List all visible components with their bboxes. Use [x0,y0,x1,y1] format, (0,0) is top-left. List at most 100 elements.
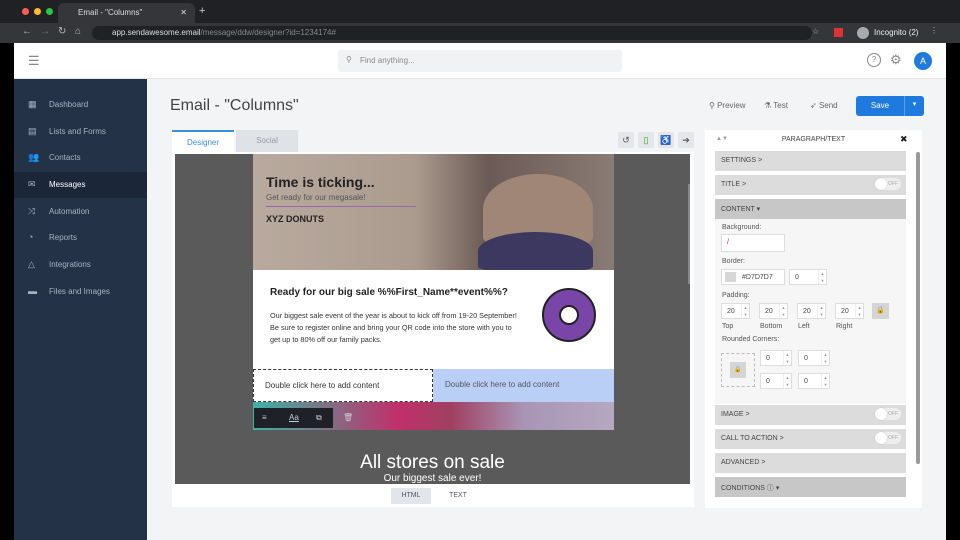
home-icon[interactable]: ⌂ [75,26,81,37]
designer-canvas: Time is ticking... Get ready for our meg… [172,152,694,507]
stepper-arrows-icon[interactable]: ▲ ▼ [783,351,791,365]
sidebar-item-label: Files and Images [49,287,110,296]
image-section[interactable]: IMAGE > OFF [715,405,906,425]
avatar[interactable]: A [914,52,932,70]
contacts-icon: 👥 [28,152,40,162]
corner-bottom-left-stepper[interactable]: 0 ▲ ▼ [760,373,792,389]
background-color-picker[interactable]: / [721,234,785,252]
align-icon[interactable]: ≡ [262,413,267,422]
border-width-stepper[interactable]: 0 ▲ ▼ [789,269,827,285]
stepper-arrows-icon[interactable]: ▲ ▼ [821,374,829,388]
stepper-arrows-icon[interactable]: ▲ ▼ [821,351,829,365]
url-host: app.sendawesome.email [112,28,201,37]
star-icon[interactable]: ☆ [812,27,819,36]
trash-icon[interactable]: 🗑 [343,413,353,422]
title-toggle[interactable]: OFF [875,178,901,190]
browser-tab-bar: Email - "Columns" ✕ + [0,0,960,23]
tab-designer[interactable]: Designer [172,130,234,152]
tab-html[interactable]: HTML [391,488,431,504]
image-toggle[interactable]: OFF [875,408,901,420]
sidebar-item-automation[interactable]: ⤨ Automation [14,199,147,225]
section-label: SETTINGS > [721,157,763,164]
list-icon: ▤ [28,126,37,136]
section-label: CONTENT ▾ [721,206,761,213]
browser-tab[interactable]: Email - "Columns" ✕ [58,3,195,23]
profile-label[interactable]: Incognito (2) [874,28,918,37]
stepper-arrows-icon[interactable]: ▲ ▼ [741,304,749,318]
minimize-window-button[interactable] [34,8,41,15]
close-panel-icon[interactable]: ✖ [900,134,908,145]
panel-title: PARAGRAPH/TEXT [781,136,846,143]
help-icon[interactable]: ? [867,53,881,67]
padding-right-label: Right [836,323,853,330]
border-color-input[interactable]: #D7D7D7 [721,269,785,285]
font-icon[interactable]: Aa [289,413,299,422]
grid-icon: ▦ [28,99,37,109]
settings-section[interactable]: SETTINGS > [715,151,906,171]
stepper-arrows-icon[interactable]: ▲ ▼ [855,304,863,318]
close-tab-icon[interactable]: ✕ [180,8,187,17]
corner-lock-icon[interactable]: 🔒 [730,362,746,378]
maximize-window-button[interactable] [46,8,53,15]
column-left[interactable]: Double click here to add content [253,369,433,402]
stepper-arrows-icon[interactable]: ▲ ▼ [783,374,791,388]
mobile-preview-icon[interactable]: ▯ [638,132,654,148]
corner-bottom-right-stepper[interactable]: 0 ▲ ▼ [798,373,830,389]
address-bar: ← → ↻ ⌂ app.sendawesome.email/message/dd… [0,23,960,43]
email-paragraph: Our biggest sale event of the year is ab… [270,311,517,344]
call-to-action-section[interactable]: CALL TO ACTION > OFF [715,429,906,449]
corner-top-right-stepper[interactable]: 0 ▲ ▼ [798,350,830,366]
email-canvas[interactable]: Time is ticking... Get ready for our meg… [175,154,690,484]
padding-right-stepper[interactable]: 20 ▲ ▼ [835,303,864,319]
corner-top-left-stepper[interactable]: 0 ▲ ▼ [760,350,792,366]
back-icon[interactable]: ← [22,26,32,37]
content-section[interactable]: CONTENT ▾ [715,199,906,219]
close-window-button[interactable] [22,8,29,15]
extension-icon[interactable] [834,28,843,37]
advanced-section[interactable]: ADVANCED > [715,453,906,473]
preview-button[interactable]: ⚲ Preview [709,101,746,110]
cta-toggle[interactable]: OFF [875,432,901,444]
search-input[interactable]: ⚲ Find anything... [338,50,622,72]
padding-left-stepper[interactable]: 20 ▲ ▼ [797,303,826,319]
sidebar-item-integrations[interactable]: △ Integrations [14,252,147,278]
padding-lock-icon[interactable]: 🔒 [872,303,889,319]
forward-icon[interactable]: → [40,26,50,37]
padding-bottom-stepper[interactable]: 20 ▲ ▼ [759,303,788,319]
new-tab-icon[interactable]: + [199,5,205,17]
stepper-arrows-icon[interactable]: ▲ ▼ [817,304,825,318]
stepper-arrows-icon[interactable]: ▲ ▼ [779,304,787,318]
sidebar-item-messages[interactable]: ✉ Messages [14,172,147,198]
test-button[interactable]: ⚗ Test [764,101,788,110]
gear-icon[interactable]: ⚙ [890,52,902,68]
url-field[interactable]: app.sendawesome.email/message/ddw/design… [92,26,812,40]
sidebar-item-reports[interactable]: ◔ Reports [14,225,147,251]
panel-scrollbar[interactable] [916,152,920,464]
hero-image[interactable]: Time is ticking... Get ready for our meg… [253,154,614,270]
browser-menu-icon[interactable]: ⋮ [930,26,938,35]
conditions-section[interactable]: CONDITIONS ⓘ ▾ [715,477,906,497]
section-label: IMAGE > [721,411,750,418]
canvas-scrollbar[interactable] [688,184,690,284]
sidebar-item-files-and-images[interactable]: ▬ Files and Images [14,279,147,305]
padding-label: Padding: [722,292,750,299]
stepper-arrows-icon[interactable]: ▲ ▼ [818,270,826,284]
arrow-right-icon[interactable]: ➔ [678,132,694,148]
tab-text[interactable]: TEXT [438,488,478,504]
text-block[interactable]: Ready for our big sale %%First_Name**eve… [253,270,614,369]
send-button[interactable]: ➶ Send [810,101,838,110]
duplicate-icon[interactable]: ⧉ [316,413,322,423]
sidebar-item-lists-and-forms[interactable]: ▤ Lists and Forms [14,119,147,145]
column-right[interactable]: Double click here to add content [433,369,614,402]
reload-icon[interactable]: ↻ [58,26,66,37]
tab-social[interactable]: Social [236,130,298,152]
hamburger-menu-icon[interactable]: ☰ [28,53,40,69]
title-section[interactable]: TITLE > OFF [715,175,906,195]
sidebar-item-contacts[interactable]: 👥 Contacts [14,145,147,171]
save-button[interactable]: Save [856,96,904,116]
accessibility-icon[interactable]: ♿ [658,132,674,148]
undo-icon[interactable]: ↺ [618,132,634,148]
sidebar-item-dashboard[interactable]: ▦ Dashboard [14,92,147,118]
padding-top-stepper[interactable]: 20 ▲ ▼ [721,303,750,319]
save-dropdown-button[interactable]: ▾ [904,96,924,116]
